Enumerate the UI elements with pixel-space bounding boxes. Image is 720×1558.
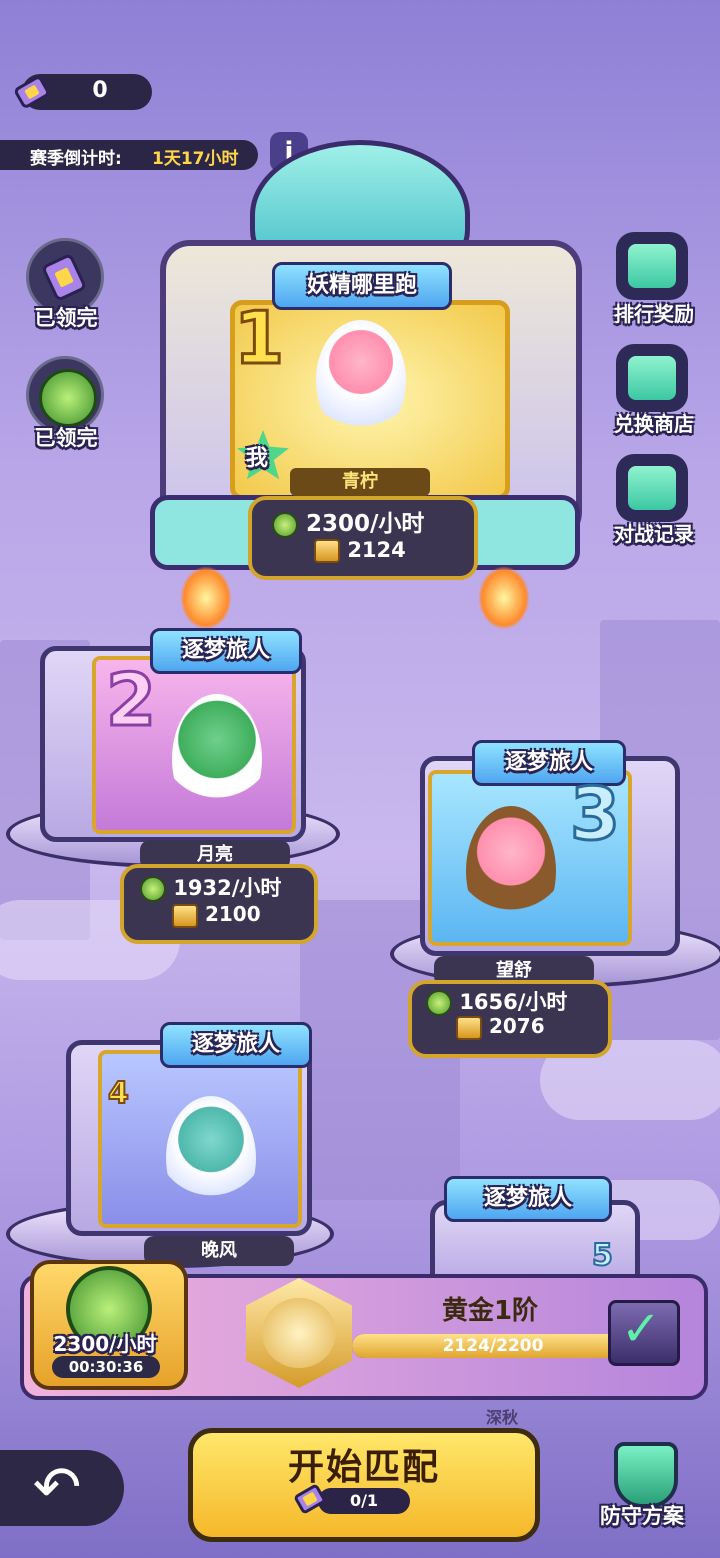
shop-icon <box>628 356 676 400</box>
podium-5-rank: 5 <box>591 1237 614 1274</box>
season-countdown-value: 1天17小时 <box>152 149 239 169</box>
podium-1-rank: 1 <box>232 295 285 382</box>
win-coin-icon <box>140 876 166 902</box>
win-coin-icon <box>272 511 298 538</box>
player-avatar <box>316 320 406 440</box>
podium-4-title-banner: 逐梦旅人 <box>160 1022 312 1068</box>
podium-5-title-banner: 逐梦旅人 <box>444 1176 612 1222</box>
win-income-rate: 2300/小时 <box>53 1332 157 1356</box>
podium-3-rank: 3 <box>568 771 621 858</box>
cube-icon <box>314 539 340 563</box>
season-countdown-label: 赛季倒计时: <box>30 149 122 169</box>
podium-3-rate-line: 1656/小时 <box>426 986 567 1016</box>
podium-2-title-banner: 逐梦旅人 <box>150 628 302 674</box>
podium-2-score: 2100 <box>204 902 261 926</box>
podium-1-title: 妖精哪里跑 <box>306 273 417 298</box>
win-income-timer: 00:30:36 <box>52 1356 160 1378</box>
podium-2-title: 逐梦旅人 <box>181 638 270 663</box>
season-name: 深秋 <box>485 1408 518 1427</box>
back-arrow-icon: ↶ <box>32 1453 82 1521</box>
podium-5-title: 逐梦旅人 <box>483 1186 572 1211</box>
podium-1-title-banner: 妖精哪里跑 <box>272 262 452 310</box>
podium-1-score-line: 2124 <box>314 538 406 563</box>
podium-3-score-line: 2076 <box>456 1014 545 1040</box>
podium-3-rate: 1656/小时 <box>459 990 568 1014</box>
podium-1-name: 青柠 <box>290 468 430 496</box>
win-coin-reward-status: 已领完 <box>34 426 98 450</box>
ticket-icon <box>294 1484 326 1514</box>
battle-record-button[interactable] <box>616 454 688 522</box>
cube-icon <box>456 1015 482 1040</box>
podium-3-score: 2076 <box>488 1014 545 1038</box>
exchange-shop-button[interactable] <box>616 344 688 412</box>
tier-progress-text: 2124/2200 <box>442 1336 544 1356</box>
podium-2-rank: 2 <box>104 657 157 744</box>
gift-icon <box>628 244 676 288</box>
battle-record-label: 对战记录 <box>614 522 694 546</box>
cube-icon <box>172 903 198 928</box>
player-avatar <box>166 1096 256 1220</box>
podium-1-rate-line: 2300/小时 <box>272 504 424 538</box>
defense-plan-label[interactable]: 防守方案 <box>588 1500 696 1530</box>
ticket-reward-status: 已领完 <box>34 306 98 330</box>
podium-2-rate-line: 1932/小时 <box>140 872 281 902</box>
start-match-label: 开始匹配 <box>287 1447 440 1488</box>
tier-emblem-face <box>262 1298 336 1368</box>
exchange-shop-label: 兑换商店 <box>614 412 694 436</box>
win-coin-icon <box>39 369 97 427</box>
tier-name: 黄金1阶 <box>441 1296 539 1326</box>
ticket-icon <box>14 76 50 108</box>
start-match-cost: 0/1 <box>318 1488 410 1514</box>
player-avatar <box>466 806 556 936</box>
win-coin-icon <box>426 990 452 1016</box>
rank-reward-button[interactable] <box>616 232 688 300</box>
record-icon <box>628 466 676 510</box>
me-badge: 我 <box>246 446 269 471</box>
shield-icon[interactable] <box>614 1442 678 1508</box>
podium-4-title: 逐梦旅人 <box>191 1032 280 1057</box>
podium-2-rate: 1932/小时 <box>173 876 282 900</box>
thruster-flame <box>478 566 530 630</box>
rank-reward-label: 排行奖励 <box>614 302 694 326</box>
podium-1-rate: 2300/小时 <box>306 511 425 537</box>
check-icon: ✓ <box>620 1301 662 1357</box>
thruster-flame <box>180 566 232 630</box>
ticket-count: 0 <box>92 78 108 103</box>
podium-4-rank: 4 <box>107 1075 130 1112</box>
frog-avatar <box>172 694 262 824</box>
podium-2-score-line: 2100 <box>172 902 261 928</box>
podium-1-score: 2124 <box>347 538 406 562</box>
